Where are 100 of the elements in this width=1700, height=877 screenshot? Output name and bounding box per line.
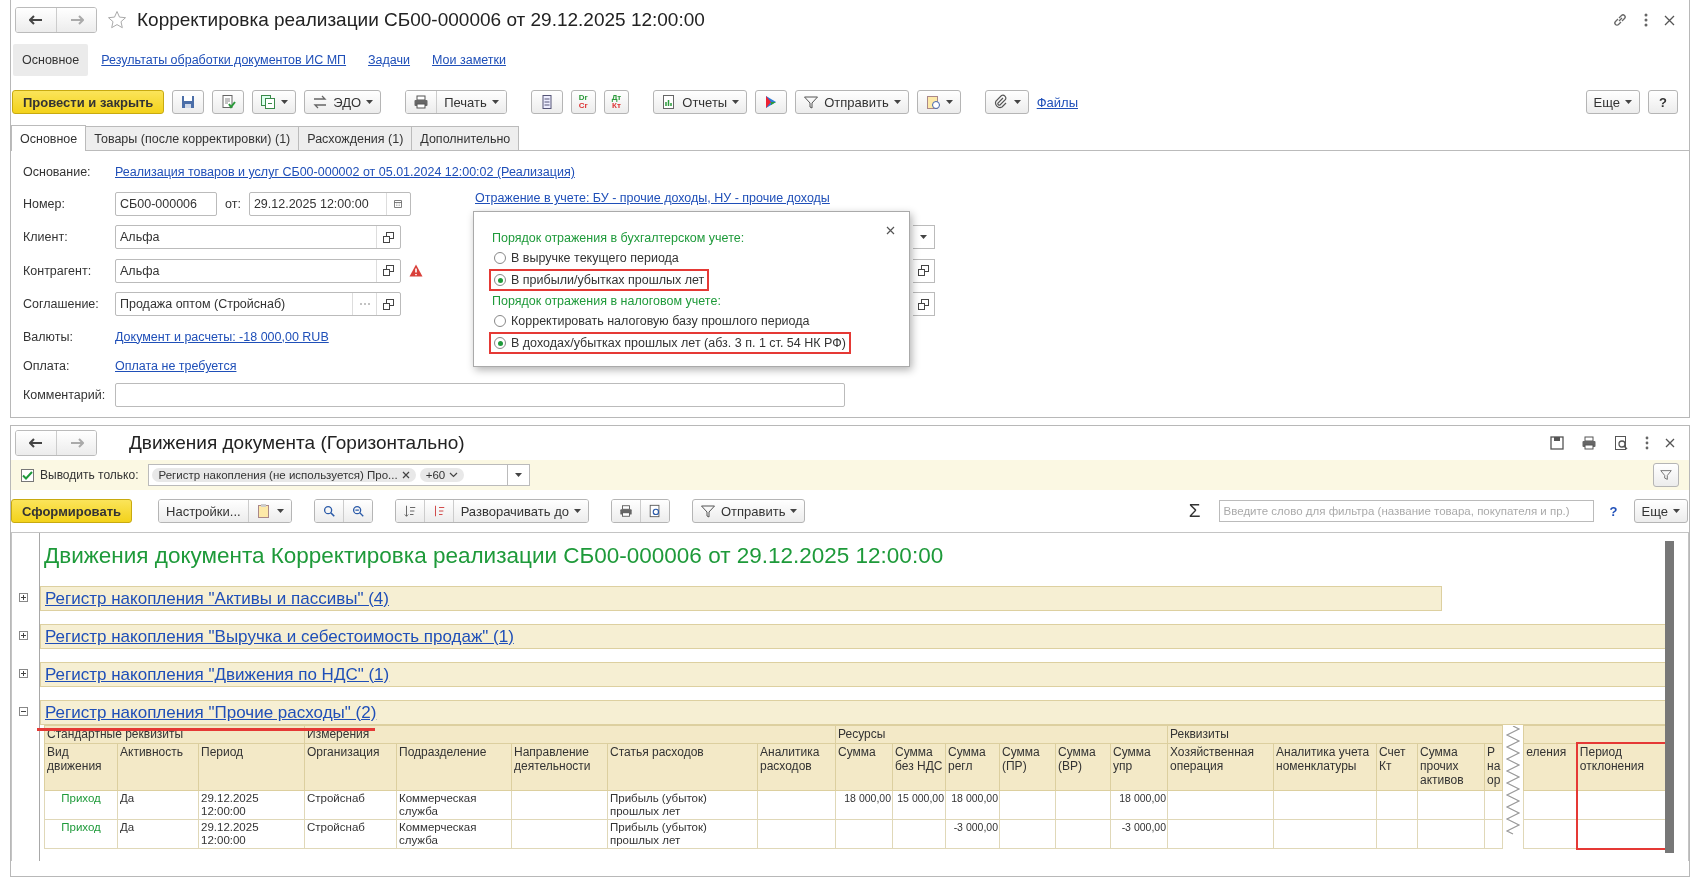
- nav-link[interactable]: Основное: [13, 44, 89, 76]
- preview-icon: [647, 504, 662, 518]
- currency-link[interactable]: Документ и расчеты: -18 000,00 RUB: [115, 329, 329, 344]
- create-based-button[interactable]: [252, 90, 297, 114]
- help-button[interactable]: ?: [1648, 90, 1678, 114]
- filter-token[interactable]: Регистр накопления (не используется) Про...: [152, 468, 416, 482]
- caret-icon: [1673, 509, 1680, 513]
- files-link[interactable]: Файлы: [1036, 94, 1078, 110]
- nav-link[interactable]: Задачи: [359, 44, 419, 76]
- open-icon: [383, 231, 394, 243]
- date-field[interactable]: 29.12.2025 12:00:00: [248, 191, 411, 216]
- field-label: Соглашение:: [23, 297, 100, 311]
- accounting-link[interactable]: Отражение в учете: БУ - прочие доходы, НУ - прочие доходы: [475, 191, 830, 205]
- tab[interactable]: Расхождения (1): [298, 126, 413, 150]
- dt-kt-button[interactable]: Дт Кт: [603, 90, 630, 114]
- caret-icon: [732, 100, 740, 104]
- dropdown-button[interactable]: [508, 464, 531, 486]
- more-icon[interactable]: [1644, 13, 1648, 27]
- variants-button[interactable]: [247, 500, 291, 522]
- journal-button[interactable]: [530, 90, 563, 114]
- caret-icon: [491, 100, 499, 104]
- tab[interactable]: Дополнительно: [411, 126, 520, 150]
- printer-icon: [618, 504, 633, 518]
- help-link[interactable]: ?: [1609, 503, 1618, 519]
- search-next-button[interactable]: [342, 500, 372, 522]
- column-header: Сумма регл: [945, 743, 1000, 791]
- link-icon[interactable]: [1612, 12, 1628, 28]
- generate-button[interactable]: Сформировать: [11, 499, 133, 523]
- close-button[interactable]: [886, 226, 895, 235]
- attach-doc-button[interactable]: [916, 90, 961, 114]
- attachment-button[interactable]: [984, 90, 1029, 114]
- expand-icon[interactable]: [19, 593, 28, 602]
- input-field[interactable]: Альфа: [115, 225, 401, 249]
- settings-button[interactable]: Настройки...: [159, 500, 248, 522]
- sort-button[interactable]: [395, 500, 424, 522]
- table-cell: Да: [120, 792, 135, 804]
- close-icon[interactable]: [1664, 14, 1675, 26]
- post-button[interactable]: [212, 90, 245, 114]
- radio-option[interactable]: В прибыли/убытках прошлых лет: [489, 269, 710, 291]
- register-link[interactable]: Регистр накопления "Прочие расходы" (2): [45, 702, 377, 723]
- more-button[interactable]: Еще: [1585, 90, 1640, 114]
- radio-option[interactable]: В доходах/убытках прошлых лет (абз. 3 п. 1 ст. 54 НК РФ): [489, 332, 851, 354]
- open-button[interactable]: [913, 292, 935, 316]
- scrollbar[interactable]: [1665, 541, 1674, 853]
- close-icon[interactable]: [401, 471, 410, 479]
- edo-button[interactable]: ЭДО: [304, 90, 382, 114]
- collapse-icon[interactable]: [19, 707, 28, 716]
- nav-link[interactable]: Результаты обработки документов ИС МП: [92, 44, 356, 76]
- table-cell: -3 000,00: [953, 821, 998, 833]
- preview-button[interactable]: [639, 500, 669, 522]
- payment-link[interactable]: Оплата не требуется: [115, 359, 237, 373]
- column-header: Аналитика учета номенклатуры: [1273, 743, 1377, 791]
- input-field[interactable]: Продажа оптом (Стройснаб): [115, 292, 401, 316]
- back-button[interactable]: [16, 431, 56, 455]
- more-icon[interactable]: [1645, 436, 1649, 450]
- filter-field[interactable]: Регистр накопления (не используется) Про... +60: [148, 464, 509, 486]
- star-icon[interactable]: [107, 10, 127, 30]
- reports-button[interactable]: Отчеты: [653, 90, 748, 114]
- sort-button[interactable]: [423, 500, 453, 522]
- number-field[interactable]: СБ00-000006: [115, 191, 217, 216]
- register-link[interactable]: Регистр накопления "Движения по НДС" (1): [45, 664, 390, 685]
- tab[interactable]: Товары (после корректировки) (1): [85, 126, 300, 150]
- save-button[interactable]: [172, 90, 205, 114]
- expand-icon[interactable]: [19, 669, 28, 678]
- radio-option[interactable]: Корректировать налоговую базу прошлого периода: [489, 310, 815, 332]
- print-button[interactable]: Печать: [436, 91, 506, 113]
- search-field[interactable]: Введите слово для фильтра (название товара, покупателя и пр.): [1218, 500, 1594, 522]
- more-token[interactable]: +60: [419, 468, 465, 482]
- dropdown-button[interactable]: [913, 225, 935, 249]
- tab[interactable]: Основное: [11, 125, 87, 151]
- checkbox[interactable]: [21, 468, 34, 482]
- column-header: Сумма: [835, 743, 893, 791]
- section-heading: Порядок отражения в налоговом учете:: [492, 294, 721, 308]
- back-button[interactable]: [16, 8, 56, 32]
- register-link[interactable]: Регистр накопления "Выручка и себестоимость продаж" (1): [45, 626, 514, 647]
- sum-icon[interactable]: Σ: [1188, 500, 1201, 522]
- nav-link[interactable]: Мои заметки: [423, 44, 515, 76]
- print-button[interactable]: [611, 500, 640, 522]
- play-button[interactable]: [755, 90, 788, 114]
- radio-option[interactable]: В выручке текущего периода: [489, 247, 684, 269]
- expand-to-button[interactable]: Разворачивать до: [452, 500, 588, 522]
- dr-cr-button[interactable]: Dr Cr: [570, 90, 596, 114]
- expand-icon[interactable]: [19, 631, 28, 640]
- funnel-icon: [699, 503, 716, 519]
- filter-button[interactable]: [1653, 463, 1679, 487]
- register-link[interactable]: Регистр накопления "Активы и пассивы" (4): [45, 588, 389, 609]
- send-button[interactable]: Отправить: [691, 499, 806, 523]
- close-icon[interactable]: [1665, 438, 1675, 448]
- column-header: Сумма (ВР): [1055, 743, 1111, 791]
- print-icon-button[interactable]: [406, 91, 437, 113]
- search-button[interactable]: [314, 500, 343, 522]
- basis-link[interactable]: Реализация товаров и услуг СБ00-000002 от 05.01.2024 12:00:02 (Реализация): [115, 165, 575, 179]
- post-and-close-button[interactable]: Провести и закрыть: [12, 90, 165, 114]
- input-field[interactable]: Альфа: [115, 258, 401, 283]
- preview-icon: [1613, 435, 1629, 451]
- open-button[interactable]: [913, 258, 935, 283]
- more-button[interactable]: Еще: [1633, 499, 1688, 523]
- documents-icon: [260, 94, 277, 110]
- send-button[interactable]: Отправить: [795, 90, 909, 114]
- comment-field[interactable]: [115, 383, 845, 407]
